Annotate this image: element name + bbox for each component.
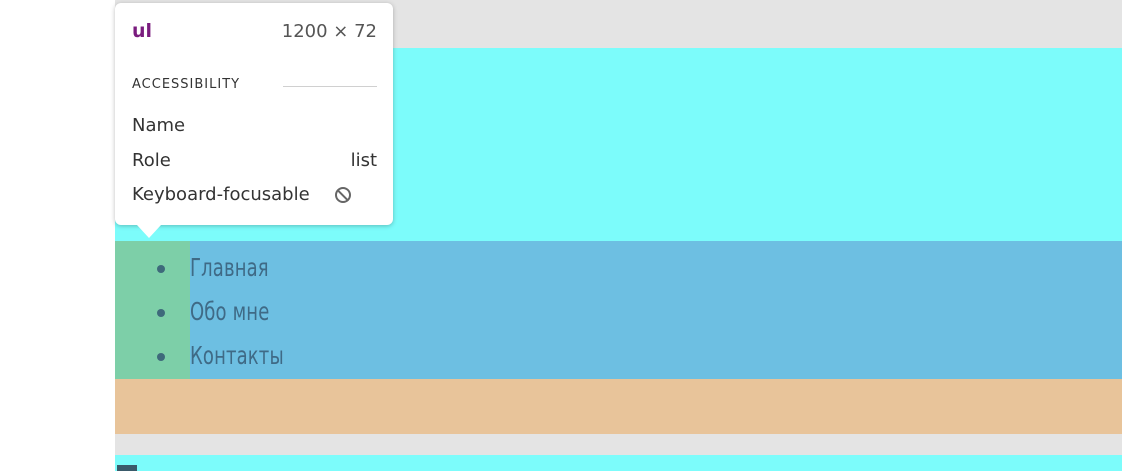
nav-link-contacts[interactable]: Контакты xyxy=(190,336,284,376)
role-value: list xyxy=(350,150,377,171)
list-item: Контакты xyxy=(156,336,320,380)
accessibility-heading: ACCESSIBILITY xyxy=(132,77,241,92)
element-tag: ul xyxy=(132,20,153,42)
nav-list: Главная Обо мне Контакты xyxy=(115,248,320,380)
name-label: Name xyxy=(132,115,186,136)
not-allowed-icon xyxy=(335,187,351,203)
element-dimensions: 1200 × 72 xyxy=(281,21,377,42)
accessibility-row-role: Role list xyxy=(132,150,377,174)
keyboard-focusable-label: Keyboard-focusable xyxy=(132,184,310,205)
list-item: Обо мне xyxy=(156,292,320,336)
role-label: Role xyxy=(132,150,171,171)
nav-link-home[interactable]: Главная xyxy=(190,248,269,288)
accessibility-row-name: Name xyxy=(132,115,377,139)
inspector-tooltip: ul 1200 × 72 ACCESSIBILITY Name Role lis… xyxy=(115,3,393,238)
list-item: Главная xyxy=(156,248,320,292)
margin-highlight-bottom xyxy=(115,379,1122,434)
next-element-highlight xyxy=(115,455,1122,471)
section-divider xyxy=(283,86,377,87)
nav-link-about[interactable]: Обо мне xyxy=(190,292,269,332)
